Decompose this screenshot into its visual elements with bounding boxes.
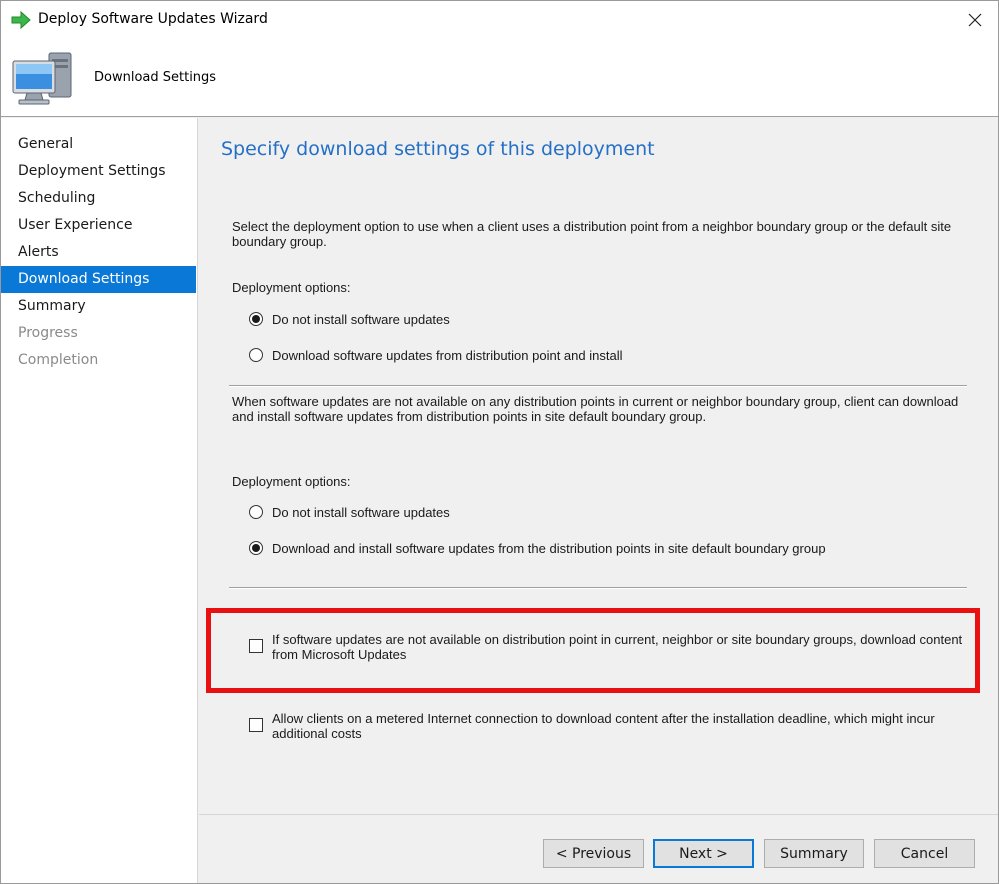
nav-item-scheduling[interactable]: Scheduling [1,185,196,212]
nav-item-download-settings[interactable]: Download Settings [1,266,196,293]
title-bar: Deploy Software Updates Wizard [1,1,998,39]
radio-label: Do not install software updates [272,504,450,520]
footer-separator [199,814,998,815]
checkbox[interactable] [249,718,263,732]
section1-options-label: Deployment options: [232,280,351,295]
wizard-header: Download Settings [1,39,998,117]
radio-label: Download software updates from distribut… [272,347,623,363]
summary-button[interactable]: Summary [764,839,864,868]
nav-item-summary[interactable]: Summary [1,293,196,320]
nav-item-user-experience[interactable]: User Experience [1,212,196,239]
section1-description: Select the deployment option to use when… [232,219,952,249]
radio-button[interactable] [249,541,263,555]
radio-option-s2-download-default-group[interactable]: Download and install software updates fr… [249,539,826,557]
highlight-box [206,608,980,693]
radio-option-s2-no-install[interactable]: Do not install software updates [249,503,450,521]
close-button[interactable] [952,1,998,39]
radio-label: Do not install software updates [272,311,450,327]
nav-item-completion: Completion [18,352,99,368]
nav-item-alerts[interactable]: Alerts [1,239,196,266]
checkbox-metered-connection[interactable]: Allow clients on a metered Internet conn… [249,711,969,741]
radio-button[interactable] [249,312,263,326]
green-arrow-icon [11,10,31,30]
radio-option-s1-download-install[interactable]: Download software updates from distribut… [249,346,622,364]
section2-description: When software updates are not available … [232,394,959,424]
close-icon [968,13,982,27]
previous-button[interactable]: < Previous [543,839,644,868]
header-title: Download Settings [94,70,217,85]
nav-item-general[interactable]: General [1,131,196,158]
radio-label: Download and install software updates fr… [272,540,826,556]
radio-option-s1-no-install[interactable]: Do not install software updates [249,310,450,328]
nav-item-deployment-settings[interactable]: Deployment Settings [1,158,196,185]
wizard-window: Deploy Software Updates Wizard Download … [0,0,999,884]
cancel-button[interactable]: Cancel [874,839,975,868]
separator [229,587,967,589]
checkbox-label: Allow clients on a metered Internet conn… [272,711,935,741]
computer-icon [9,47,75,109]
next-button[interactable]: Next > [653,839,754,868]
window-title: Deploy Software Updates Wizard [38,11,268,27]
nav-item-progress: Progress [18,325,78,341]
radio-button[interactable] [249,348,263,362]
page-title: Specify download settings of this deploy… [221,138,655,160]
wizard-nav: General Deployment Settings Scheduling U… [1,118,198,883]
section2-options-label: Deployment options: [232,474,351,489]
separator [229,385,967,387]
wizard-content: Specify download settings of this deploy… [199,118,998,814]
radio-button[interactable] [249,505,263,519]
